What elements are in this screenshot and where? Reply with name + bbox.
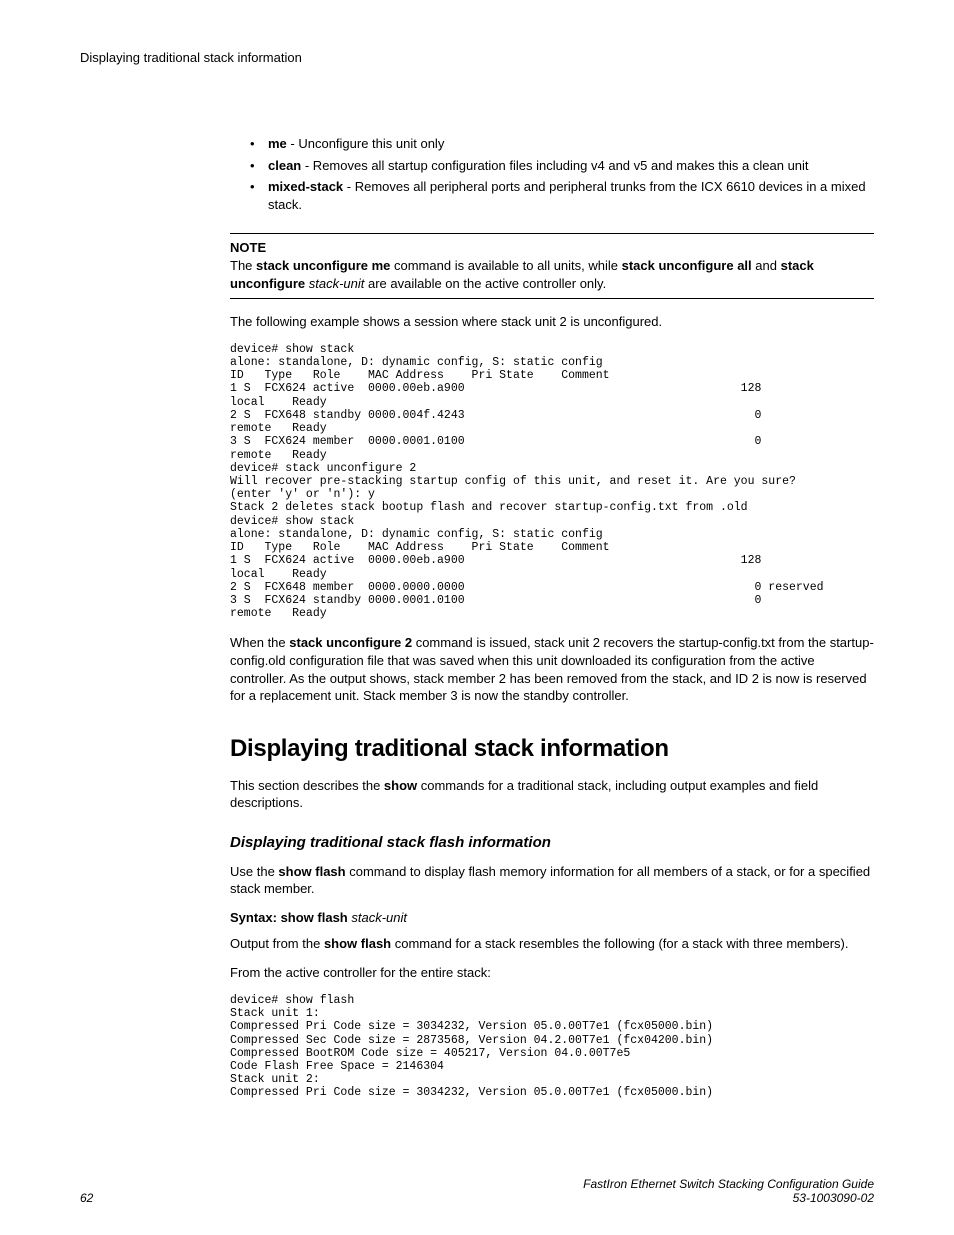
syntax-line: Syntax: show flash stack-unit: [230, 910, 874, 925]
text: Output from the: [230, 936, 324, 951]
text: The: [230, 258, 256, 273]
note-bottom-rule: [230, 298, 874, 299]
paragraph: When the stack unconfigure 2 command is …: [230, 634, 874, 704]
text-bold: show flash: [324, 936, 391, 951]
paragraph: The following example shows a session wh…: [230, 313, 874, 331]
main-content: me - Unconfigure this unit only clean - …: [230, 135, 874, 1100]
text-bold: stack unconfigure all: [622, 258, 752, 273]
text-bold: show flash: [278, 864, 345, 879]
footer-title: FastIron Ethernet Switch Stacking Config…: [583, 1177, 874, 1191]
desc: - Unconfigure this unit only: [287, 136, 445, 151]
bullet-list: me - Unconfigure this unit only clean - …: [230, 135, 874, 213]
paragraph: This section describes the show commands…: [230, 777, 874, 812]
text: command is available to all units, while: [390, 258, 621, 273]
text: When the: [230, 635, 289, 650]
text-bold: stack unconfigure 2: [289, 635, 412, 650]
term: mixed-stack: [268, 179, 343, 194]
footer-title-block: FastIron Ethernet Switch Stacking Config…: [583, 1177, 874, 1205]
text-bold: show: [384, 778, 417, 793]
paragraph: From the active controller for the entir…: [230, 964, 874, 982]
paragraph: Output from the show flash command for a…: [230, 935, 874, 953]
text-italic: stack-unit: [305, 276, 364, 291]
footer-docnum: 53-1003090-02: [583, 1191, 874, 1205]
list-item: clean - Removes all startup configuratio…: [250, 157, 874, 175]
subsection-heading: Displaying traditional stack flash infor…: [230, 834, 874, 851]
note-body: The stack unconfigure me command is avai…: [230, 257, 874, 292]
list-item: me - Unconfigure this unit only: [250, 135, 874, 153]
page-number: 62: [80, 1191, 93, 1205]
term: me: [268, 136, 287, 151]
paragraph: Use the show flash command to display fl…: [230, 863, 874, 898]
note-top-rule: [230, 233, 874, 234]
text: are available on the active controller o…: [364, 276, 606, 291]
page-footer: 62 FastIron Ethernet Switch Stacking Con…: [80, 1177, 874, 1205]
code-block: device# show flash Stack unit 1: Compres…: [230, 994, 874, 1100]
desc: - Removes all startup configuration file…: [301, 158, 808, 173]
note-label: NOTE: [230, 240, 874, 255]
term: clean: [268, 158, 301, 173]
text-bold: stack unconfigure me: [256, 258, 390, 273]
desc: - Removes all peripheral ports and perip…: [268, 179, 866, 212]
text: and: [752, 258, 781, 273]
running-header: Displaying traditional stack information: [80, 50, 874, 65]
code-block: device# show stack alone: standalone, D:…: [230, 343, 874, 621]
list-item: mixed-stack - Removes all peripheral por…: [250, 178, 874, 213]
text: This section describes the: [230, 778, 384, 793]
section-heading: Displaying traditional stack information: [230, 735, 874, 763]
text: command for a stack resembles the follow…: [391, 936, 848, 951]
syntax-bold: Syntax: show flash: [230, 910, 348, 925]
syntax-italic: stack-unit: [348, 910, 407, 925]
text: Use the: [230, 864, 278, 879]
